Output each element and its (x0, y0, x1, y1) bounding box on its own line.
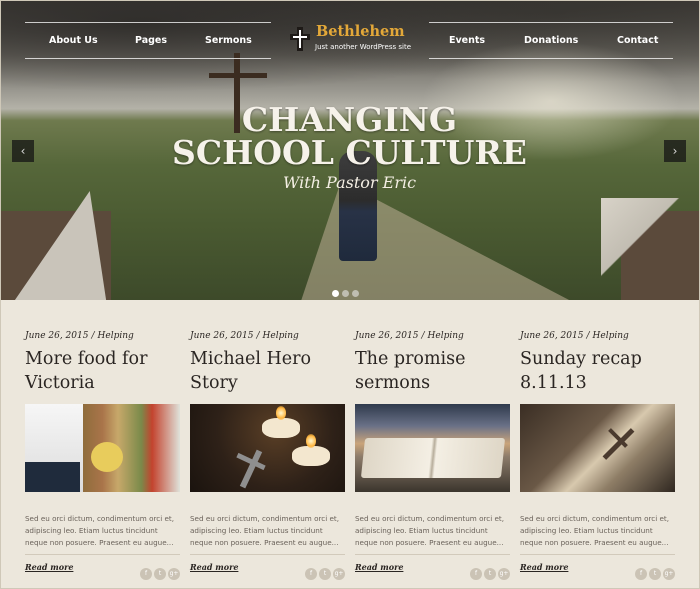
post-meta: June 26, 2015/Helping (520, 331, 675, 343)
post-card: June 26, 2015/Helping The promise sermons… (355, 331, 510, 580)
share-icons: f t g+ (468, 560, 510, 580)
nav-rule-top-right (429, 22, 673, 23)
post-thumbnail[interactable] (25, 404, 180, 492)
post-meta: June 26, 2015/Helping (25, 331, 180, 343)
post-thumbnail[interactable] (190, 404, 345, 492)
twitter-icon[interactable]: t (649, 568, 661, 580)
page: About Us Pages Sermons Events Donations … (0, 0, 700, 589)
twitter-icon[interactable]: t (154, 568, 166, 580)
nav-rule-top-left (25, 22, 271, 23)
nav-sermons[interactable]: Sermons (205, 35, 252, 46)
post-excerpt: Sed eu orci dictum, condimentum orci et,… (355, 514, 505, 547)
facebook-icon[interactable]: f (635, 568, 647, 580)
twitter-icon[interactable]: t (319, 568, 331, 580)
hero-slider: About Us Pages Sermons Events Donations … (1, 1, 699, 300)
share-icons: f t g+ (138, 560, 180, 580)
nav-contact[interactable]: Contact (617, 35, 658, 46)
post-divider (355, 554, 510, 555)
nav-events[interactable]: Events (449, 35, 485, 46)
post-title[interactable]: The promise sermons (355, 347, 510, 397)
post-title-line2[interactable]: 8.11.13 (520, 371, 675, 395)
site-title: Bethlehem (316, 23, 405, 40)
hero-title-line1: CHANGING (241, 100, 458, 139)
post-title-line1[interactable]: Sunday recap (520, 347, 675, 371)
read-more-link[interactable]: Read more (355, 562, 403, 572)
post-title-line1[interactable]: The promise (355, 347, 510, 371)
post-title[interactable]: Sunday recap 8.11.13 (520, 347, 675, 397)
nav-rule-bottom-right (429, 58, 673, 59)
slider-pagination (332, 282, 362, 300)
read-more-link[interactable]: Read more (190, 562, 238, 572)
post-card: June 26, 2015/Helping Sunday recap 8.11.1… (520, 331, 675, 580)
cross-icon (290, 27, 310, 51)
post-divider (520, 554, 675, 555)
twitter-icon[interactable]: t (484, 568, 496, 580)
post-thumbnail[interactable] (520, 404, 675, 492)
read-more-link[interactable]: Read more (25, 562, 73, 572)
post-title-line2[interactable]: Story (190, 371, 345, 395)
slider-dot-2[interactable] (342, 290, 349, 297)
post-title-line1[interactable]: Michael Hero (190, 347, 345, 371)
meta-separator: / (256, 331, 260, 341)
share-icons: f t g+ (633, 560, 675, 580)
slider-dot-3[interactable] (352, 290, 359, 297)
nav-rule-bottom-left (25, 58, 271, 59)
post-meta: June 26, 2015/Helping (190, 331, 345, 343)
facebook-icon[interactable]: f (470, 568, 482, 580)
post-date: June 26, 2015 (25, 331, 89, 341)
post-date: June 26, 2015 (520, 331, 584, 341)
post-divider (190, 554, 345, 555)
post-excerpt: Sed eu orci dictum, condimentum orci et,… (190, 514, 340, 547)
slider-prev-arrow-icon[interactable]: ‹ (12, 140, 34, 162)
nav-about-us[interactable]: About Us (49, 35, 98, 46)
site-tagline: Just another WordPress site (315, 43, 412, 51)
post-date: June 26, 2015 (190, 331, 254, 341)
share-icons: f t g+ (303, 560, 345, 580)
post-card: June 26, 2015/Helping More food for Victo… (25, 331, 180, 580)
google-plus-icon[interactable]: g+ (498, 568, 510, 580)
meta-separator: / (421, 331, 425, 341)
slider-dot-1[interactable] (332, 290, 339, 297)
post-divider (25, 554, 180, 555)
google-plus-icon[interactable]: g+ (663, 568, 675, 580)
post-title-line1[interactable]: More food for (25, 347, 180, 371)
post-card: June 26, 2015/Helping Michael Hero Story … (190, 331, 345, 580)
post-date: June 26, 2015 (355, 331, 419, 341)
post-title[interactable]: Michael Hero Story (190, 347, 345, 397)
post-title[interactable]: More food for Victoria (25, 347, 180, 397)
post-title-line2[interactable]: sermons (355, 371, 510, 395)
facebook-icon[interactable]: f (140, 568, 152, 580)
facebook-icon[interactable]: f (305, 568, 317, 580)
post-excerpt: Sed eu orci dictum, condimentum orci et,… (520, 514, 670, 547)
meta-separator: / (586, 331, 590, 341)
post-category[interactable]: Helping (98, 331, 134, 341)
post-excerpt: Sed eu orci dictum, condimentum orci et,… (25, 514, 175, 547)
post-meta: June 26, 2015/Helping (355, 331, 510, 343)
google-plus-icon[interactable]: g+ (333, 568, 345, 580)
hero-page-edge-right (601, 198, 691, 300)
slider-next-arrow-icon[interactable]: › (664, 140, 686, 162)
nav-pages[interactable]: Pages (135, 35, 167, 46)
google-plus-icon[interactable]: g+ (168, 568, 180, 580)
post-category[interactable]: Helping (263, 331, 299, 341)
post-category[interactable]: Helping (428, 331, 464, 341)
read-more-link[interactable]: Read more (520, 562, 568, 572)
post-thumbnail[interactable] (355, 404, 510, 492)
hero-title-line2: SCHOOL CULTURE (172, 133, 527, 172)
hero-subtitle: With Pastor Eric (282, 173, 417, 192)
site-logo[interactable]: Bethlehem Just another WordPress site (288, 23, 418, 55)
post-title-line2[interactable]: Victoria (25, 371, 180, 395)
post-category[interactable]: Helping (593, 331, 629, 341)
hero-cross-bar (209, 73, 267, 78)
meta-separator: / (91, 331, 95, 341)
nav-donations[interactable]: Donations (524, 35, 578, 46)
